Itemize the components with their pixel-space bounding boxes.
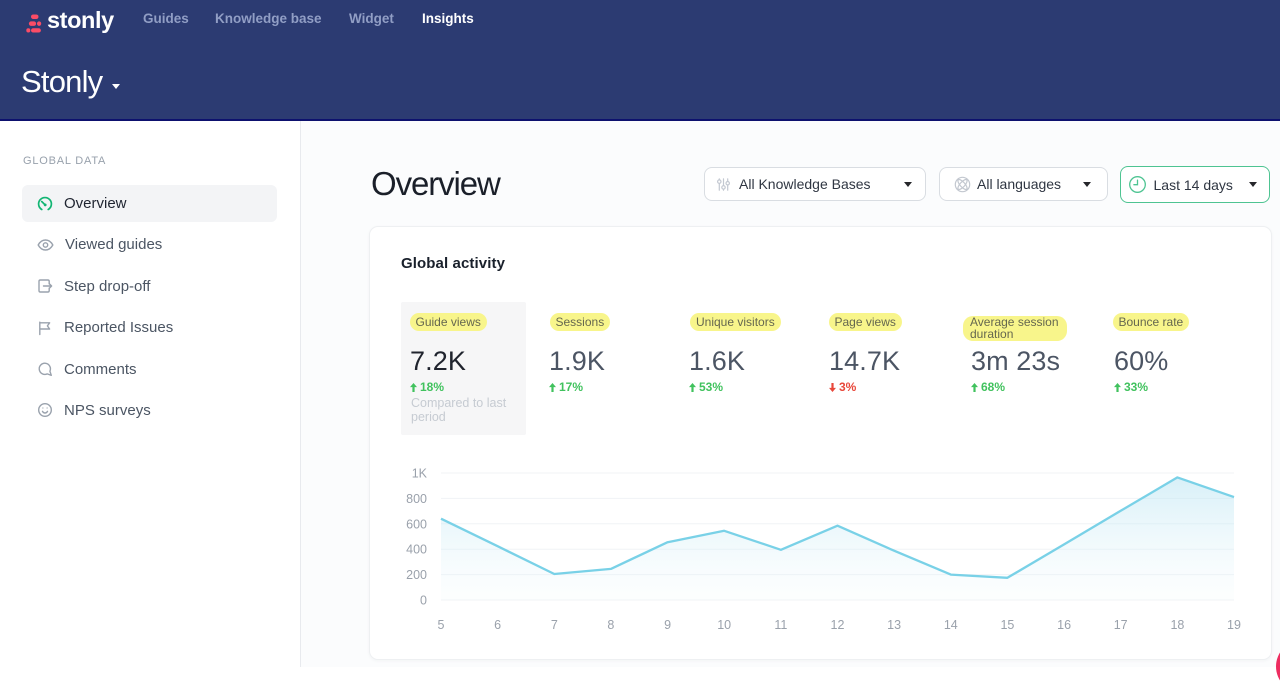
svg-text:8: 8 [607,618,614,632]
svg-text:17: 17 [1114,618,1128,632]
svg-text:0: 0 [420,594,427,608]
svg-text:5: 5 [438,618,445,632]
svg-text:11: 11 [774,618,787,632]
svg-text:6: 6 [494,618,501,632]
svg-text:13: 13 [887,618,901,632]
svg-text:600: 600 [406,517,427,531]
svg-text:200: 200 [406,568,427,582]
svg-text:800: 800 [406,492,427,506]
svg-text:19: 19 [1227,618,1241,632]
svg-text:7: 7 [551,618,558,632]
svg-text:9: 9 [664,618,671,632]
svg-text:12: 12 [831,618,845,632]
svg-text:1K: 1K [412,467,428,481]
svg-text:14: 14 [944,618,958,632]
svg-text:400: 400 [406,543,427,557]
svg-text:10: 10 [717,618,731,632]
svg-text:18: 18 [1170,618,1184,632]
svg-text:16: 16 [1057,618,1071,632]
svg-text:15: 15 [1000,618,1014,632]
